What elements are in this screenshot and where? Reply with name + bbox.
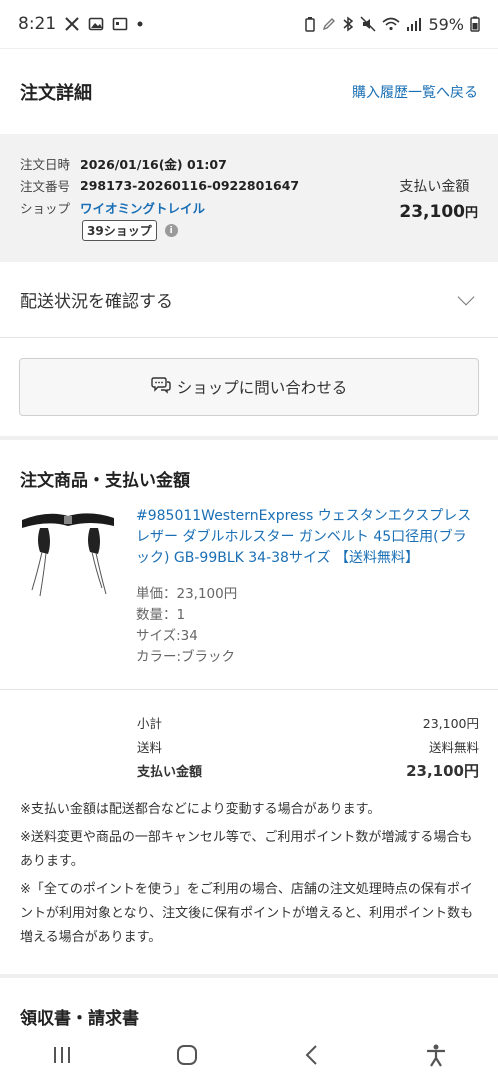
info-icon[interactable]: i <box>164 224 178 237</box>
page-header: 注文詳細 購入履歴一覧へ戻る <box>0 48 498 134</box>
receipt-section-title: 領収書・請求書 <box>20 1009 139 1029</box>
battery-icon <box>470 16 480 32</box>
status-time: 8:21 <box>18 14 57 34</box>
shipping-label: 送料 <box>137 739 163 755</box>
payment-summary: 支払い金額 23,100円 <box>399 176 478 222</box>
back-to-history-link[interactable]: 購入履歴一覧へ戻る <box>352 82 478 102</box>
delivery-status-label: 配送状況を確認する <box>20 292 173 312</box>
product-color: カラー:ブラック <box>136 649 236 665</box>
payment-amount: 23,100円 <box>399 202 478 222</box>
divider-line <box>0 689 498 690</box>
shop-link[interactable]: ワイオミングトレイル <box>80 198 205 217</box>
order-date-value: 2026/01/16(金) 01:07 <box>80 156 227 172</box>
payment-notes: ※支払い金額は配送都合などにより変動する場合があります。 ※送料変更や商品の一部… <box>20 798 480 954</box>
shop-label: ショップ <box>20 200 71 216</box>
product-meta: 単価：23,100円 数量：1 サイズ:34 カラー:ブラック <box>136 584 480 668</box>
status-bar: 8:21 59% <box>0 0 498 48</box>
calendar-icon <box>112 16 128 32</box>
product-image[interactable] <box>18 506 118 602</box>
total-label: 支払い金額 <box>137 764 203 780</box>
chat-bubble-icon <box>151 376 171 398</box>
payment-label: 支払い金額 <box>399 179 470 195</box>
chevron-down-icon <box>457 288 475 305</box>
order-summary: 注文日時 2026/01/16(金) 01:07 注文番号 298173-202… <box>0 134 498 262</box>
total-row: 支払い金額 23,100円 <box>137 758 479 782</box>
note-item: ※「全てのポイントを使う」をご利用の場合、店舗の注文処理時点の保有ポイントが利用… <box>20 882 474 945</box>
gallery-icon <box>88 16 104 32</box>
totals-table: 小計 23,100円 送料 送料無料 支払い金額 23,100円 <box>137 710 479 782</box>
payment-amount-value: 23,100 <box>399 202 465 222</box>
note-item: ※支払い金額は配送都合などにより変動する場合があります。 <box>20 802 381 817</box>
back-button[interactable] <box>281 1035 341 1075</box>
product-quantity: 数量：1 <box>136 607 186 623</box>
contact-shop-button[interactable]: ショップに問い合わせる <box>19 358 479 416</box>
contact-shop-label: ショップに問い合わせる <box>176 379 348 397</box>
home-button[interactable] <box>157 1035 217 1075</box>
subtotal-label: 小計 <box>137 715 163 731</box>
recent-apps-button[interactable] <box>32 1035 92 1075</box>
total-value: 23,100円 <box>406 761 479 780</box>
product-size: サイズ:34 <box>136 628 198 644</box>
delivery-status-toggle[interactable]: 配送状況を確認する <box>0 262 498 338</box>
shipping-value: 送料無料 <box>428 739 479 755</box>
more-notifications-dot-icon <box>136 20 144 28</box>
section-divider <box>0 436 498 440</box>
bluetooth-icon <box>342 16 354 32</box>
note-item: ※送料変更や商品の一部キャンセル等で、ご利用ポイント数が増減する場合もあります。 <box>20 830 473 869</box>
wifi-icon <box>382 17 400 31</box>
battery-percent: 59% <box>428 14 464 34</box>
signal-icon <box>406 17 422 31</box>
order-date-label: 注文日時 <box>20 156 71 172</box>
x-app-icon <box>64 16 80 32</box>
items-section-title: 注文商品・支払い金額 <box>20 471 190 491</box>
shipping-row: 送料 送料無料 <box>137 734 479 758</box>
page-title: 注文詳細 <box>20 82 92 104</box>
system-nav-bar <box>0 1030 498 1080</box>
subtotal-row: 小計 23,100円 <box>137 710 479 734</box>
mute-icon <box>360 16 376 32</box>
battery-saver-icon <box>304 16 316 32</box>
shop-39-badge: 39ショップ <box>82 220 157 241</box>
product-unit-price: 単価：23,100円 <box>136 586 238 602</box>
order-number-value: 298173-20260116-0922801647 <box>80 177 300 193</box>
pen-icon <box>322 17 336 31</box>
order-number-label: 注文番号 <box>20 178 71 194</box>
payment-amount-unit: 円 <box>464 206 478 221</box>
section-divider <box>0 974 498 978</box>
product-name-link[interactable]: #985011WesternExpress ウェスタンエクスプレス レザー ダブ… <box>136 506 480 569</box>
accessibility-icon[interactable] <box>406 1035 466 1075</box>
subtotal-value: 23,100円 <box>422 715 479 731</box>
